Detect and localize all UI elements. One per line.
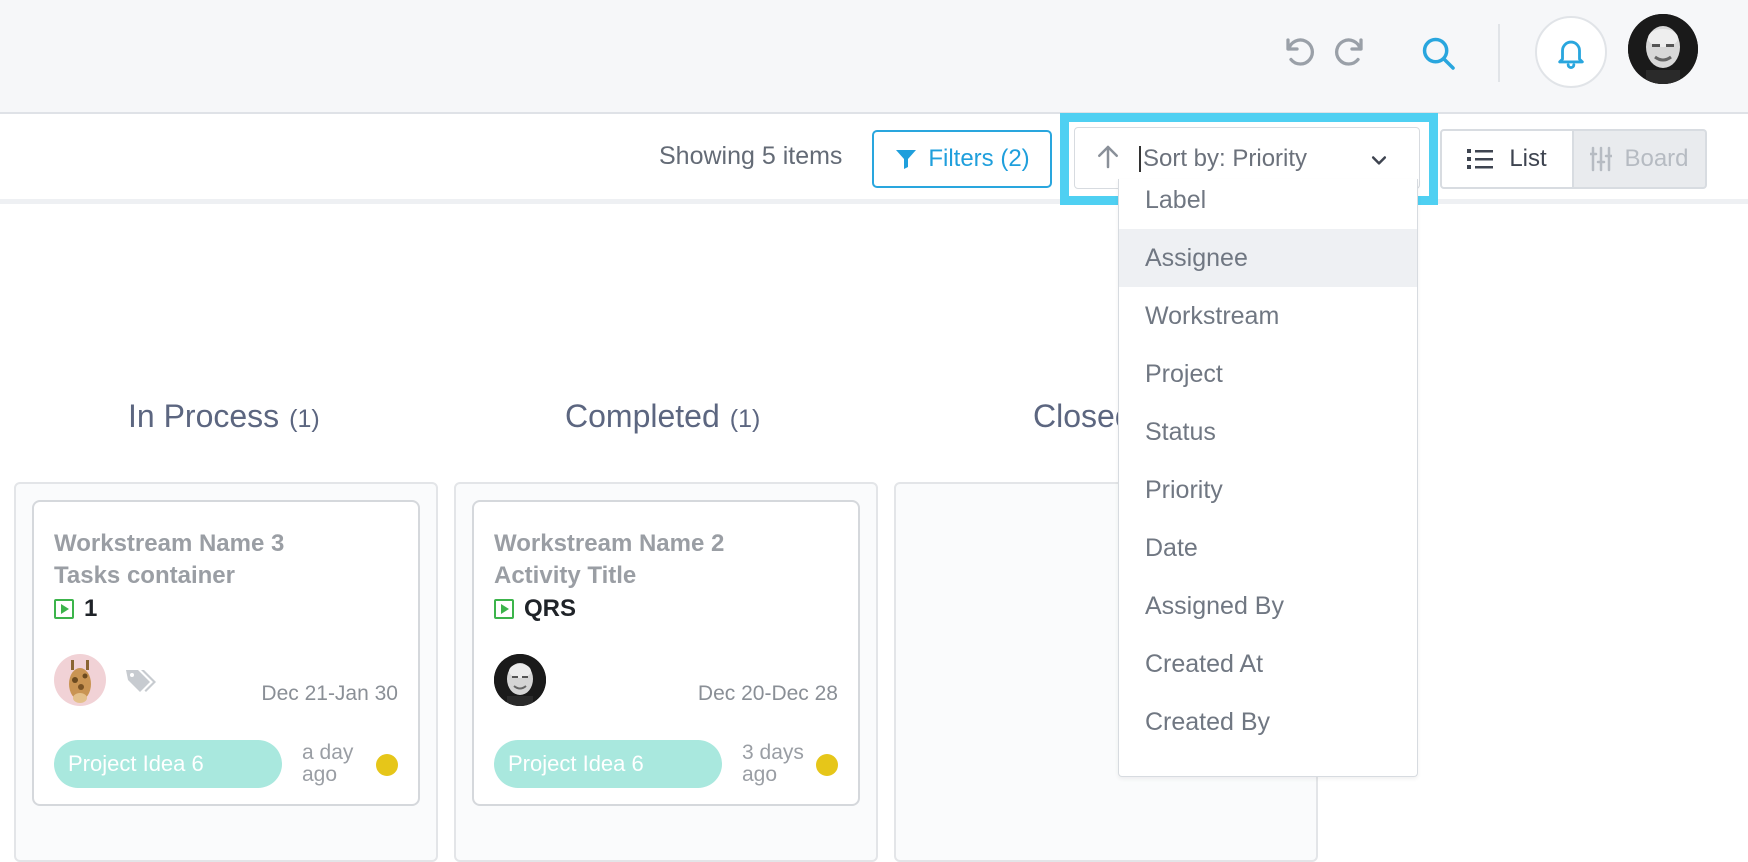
card-code: QRS [494, 595, 576, 623]
filters-label: Filters (2) [928, 145, 1030, 172]
redo-icon [1335, 38, 1363, 66]
priority-dot [816, 754, 838, 776]
assignee-avatar[interactable] [494, 654, 546, 706]
card-date-range: Dec 20-Dec 28 [697, 682, 838, 705]
sort-option-created-by[interactable]: Created By [1119, 693, 1417, 751]
project-tag[interactable]: Project Idea 6 [494, 740, 722, 788]
priority-dot [376, 754, 398, 776]
chevron-down-icon [1371, 156, 1387, 165]
search-icon [1422, 37, 1455, 70]
board-view-label: Board [1624, 145, 1689, 172]
sort-option-priority[interactable]: Priority [1119, 461, 1417, 519]
redo-button[interactable] [1327, 30, 1371, 74]
card-title: Workstream Name 2 Activity Title [494, 530, 725, 589]
sort-option-status[interactable]: Status [1119, 403, 1417, 461]
sort-option-assigned-by[interactable]: Assigned By [1119, 577, 1417, 635]
tags-icon[interactable] [124, 666, 158, 696]
sort-select-value: Sort by: Priority [1139, 146, 1307, 172]
bell-icon [1558, 40, 1584, 69]
list-icon [1467, 149, 1494, 169]
sort-option-created-at[interactable]: Created At [1119, 635, 1417, 693]
sort-option-assignee[interactable]: Assignee [1119, 229, 1417, 287]
sort-option-project[interactable]: Project [1119, 345, 1417, 403]
funnel-icon [896, 150, 917, 169]
items-count: Showing 5 items [659, 142, 843, 170]
project-tag[interactable]: Project Idea 6 [54, 740, 282, 788]
top-bar [0, 0, 1748, 114]
play-square-icon [494, 599, 514, 619]
arrow-up-icon[interactable] [1093, 142, 1123, 172]
user-avatar[interactable] [1628, 14, 1698, 84]
task-card[interactable]: Workstream Name 3 Tasks container 1 Dec … [32, 500, 420, 806]
filters-button[interactable]: Filters (2) [872, 130, 1052, 188]
sort-option-label[interactable]: Label [1119, 179, 1417, 229]
card-title: Workstream Name 3 Tasks container [54, 530, 285, 589]
toolbar-divider [0, 199, 1748, 204]
search-button[interactable] [1415, 30, 1461, 76]
sort-option-workstream[interactable]: Workstream [1119, 287, 1417, 345]
task-card[interactable]: Workstream Name 2 Activity Title QRS Dec… [472, 500, 860, 806]
card-code: 1 [54, 595, 97, 623]
header-divider [1498, 24, 1500, 82]
board-view-button[interactable]: Board [1574, 129, 1707, 189]
assignee-avatar[interactable] [54, 654, 106, 706]
card-updated-ago: a day ago [302, 741, 354, 786]
card-updated-ago: 3 days ago [742, 741, 804, 786]
column-title-in-process: In Process (1) [128, 398, 320, 434]
column-title-completed: Completed (1) [565, 398, 761, 434]
card-date-range: Dec 21-Jan 30 [261, 682, 398, 705]
undo-icon [1286, 38, 1314, 66]
play-square-icon [54, 599, 74, 619]
sort-dropdown-menu: Label Assignee Workstream Project Status… [1118, 179, 1418, 777]
sliders-icon [1590, 146, 1613, 172]
notifications-button[interactable] [1535, 16, 1607, 88]
undo-button[interactable] [1278, 30, 1322, 74]
list-view-button[interactable]: List [1440, 129, 1574, 189]
sort-option-date[interactable]: Date [1119, 519, 1417, 577]
list-view-label: List [1509, 145, 1547, 172]
